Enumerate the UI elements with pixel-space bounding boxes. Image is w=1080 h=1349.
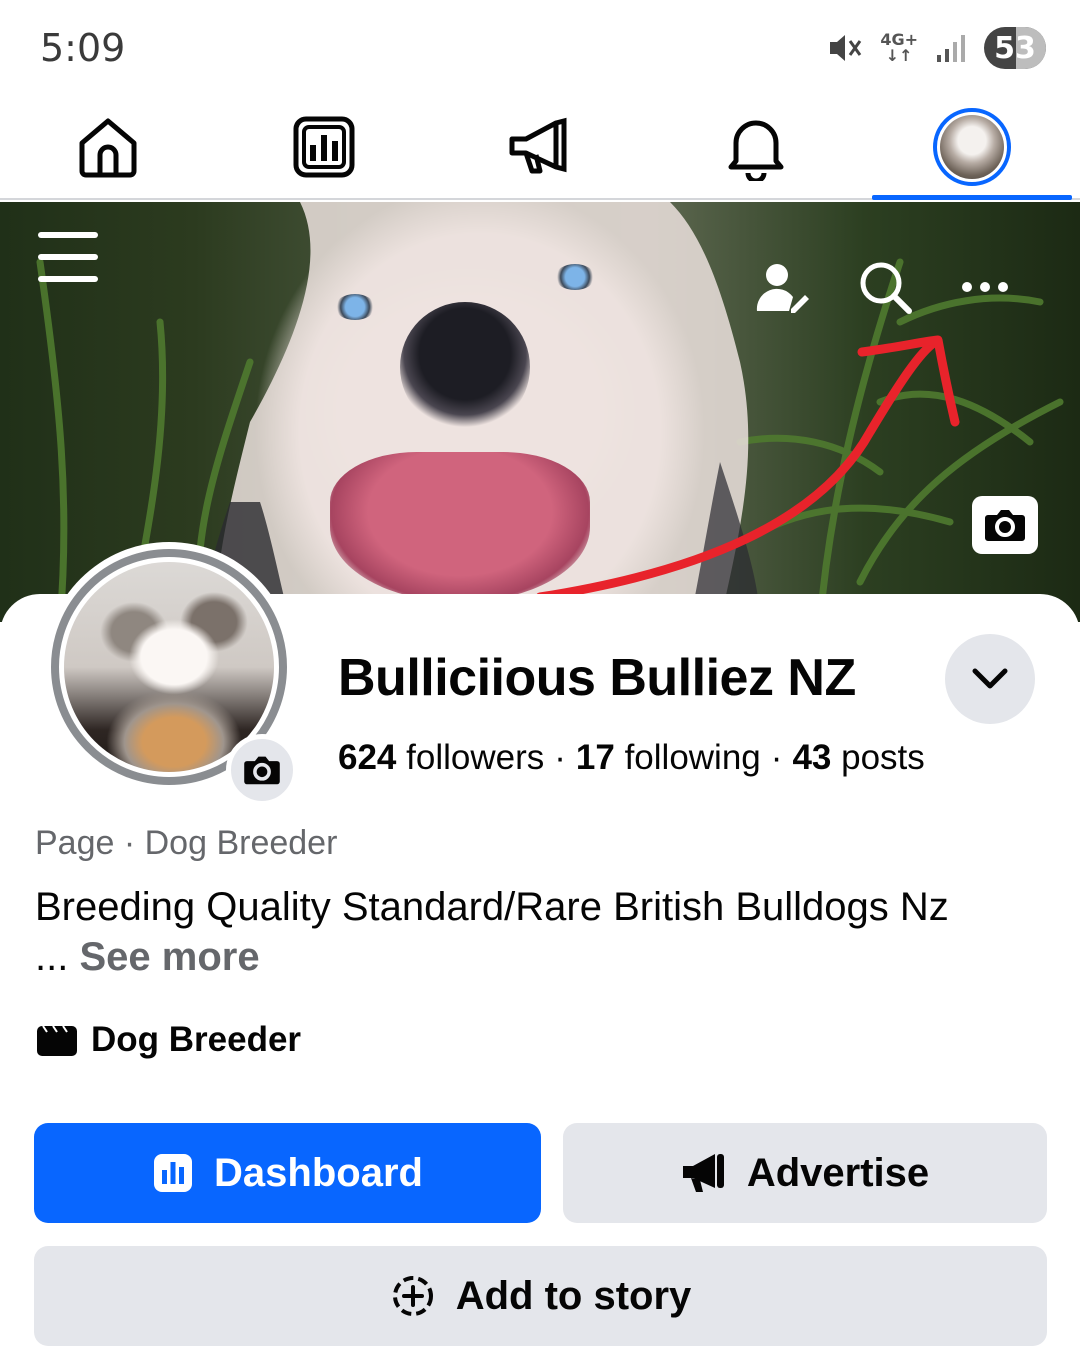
battery-indicator: 53	[984, 27, 1046, 69]
chevron-down-icon	[972, 668, 1008, 689]
status-icons: 4G+ ↓↑ 53	[828, 26, 1046, 70]
advertise-button[interactable]: Advertise	[563, 1123, 1047, 1223]
profile-camera-icon[interactable]	[226, 734, 298, 806]
mute-icon	[830, 35, 862, 61]
avatar	[933, 107, 1011, 186]
cover-dog-tongue	[330, 452, 590, 602]
manage-profile-icon[interactable]	[752, 258, 810, 316]
home-icon	[79, 118, 137, 177]
cover-dog-nose	[400, 302, 530, 432]
network-indicator: 4G+ ↓↑	[880, 30, 918, 65]
profile-stats: 624 followers · 17 following · 43 posts	[338, 738, 925, 777]
page-category: Page · Dog Breeder	[35, 824, 338, 862]
add-to-story-button[interactable]: Add to story	[34, 1246, 1047, 1346]
status-bar: 5:09 4G+ ↓↑ 53	[0, 0, 1080, 95]
page-title: Bulliciious Bulliez NZ	[338, 649, 856, 707]
posts-link[interactable]: 43 posts	[792, 738, 924, 777]
nav-profile[interactable]	[864, 95, 1080, 198]
profile-switcher-button[interactable]	[945, 634, 1035, 724]
followers-link[interactable]: 624 followers	[338, 738, 544, 777]
detail-category: Dog Breeder	[35, 1020, 301, 1060]
nav-notifications[interactable]	[648, 95, 864, 198]
top-navigation	[0, 95, 1080, 200]
search-icon[interactable]	[856, 258, 914, 316]
megaphone-icon	[509, 117, 567, 173]
signal-icon	[937, 35, 965, 62]
menu-icon[interactable]	[38, 232, 98, 284]
nav-dashboard[interactable]	[216, 95, 432, 198]
cover-dog-eye-left	[335, 294, 375, 320]
status-time: 5:09	[40, 26, 126, 70]
dashboard-icon	[154, 1154, 193, 1192]
see-more-link[interactable]: See more	[79, 935, 259, 979]
cover-dog-eye-right	[555, 264, 595, 290]
more-icon[interactable]	[956, 258, 1014, 316]
nav-advertise[interactable]	[432, 95, 648, 198]
cover-camera-icon[interactable]	[972, 496, 1038, 554]
bio-text: Breeding Quality Standard/Rare British B…	[35, 885, 949, 979]
nav-active-indicator	[872, 195, 1072, 200]
category-icon	[37, 1025, 77, 1056]
dashboard-button[interactable]: Dashboard	[34, 1123, 541, 1223]
megaphone-icon	[682, 1154, 724, 1192]
dashboard-icon	[293, 116, 355, 177]
following-link[interactable]: 17 following	[576, 738, 761, 777]
add-story-icon	[392, 1276, 433, 1316]
bell-icon	[728, 120, 784, 181]
nav-home[interactable]	[0, 95, 216, 198]
